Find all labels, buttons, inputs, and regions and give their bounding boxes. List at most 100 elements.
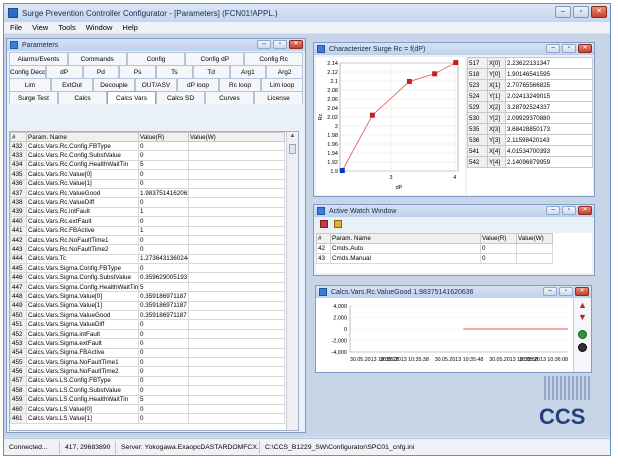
value-w-cell[interactable] (188, 300, 285, 312)
table-row[interactable]: 460 Calcs.Vars.LS.Value[0] 0 (10, 403, 285, 415)
remove-watch-icon[interactable] (320, 220, 328, 228)
list-item[interactable]: 542 Y[4] 2.14096879959 (467, 156, 593, 168)
table-row[interactable]: 461 Calcs.Vars.LS.Value[1] 0 (10, 413, 285, 424)
list-item[interactable]: 536 Y[3] 2.11598420143 (467, 134, 593, 146)
value-w-cell[interactable] (188, 206, 285, 218)
trend-minimize-button[interactable]: – (543, 287, 557, 296)
tab-dp[interactable]: dP (45, 65, 83, 78)
table-row[interactable]: 452 Calcs.Vars.Sigma.intFault 0 (10, 328, 285, 340)
parameters-minimize-button[interactable]: – (257, 40, 271, 49)
tab-calcs-vars[interactable]: Calcs Vars (107, 91, 156, 104)
value-w-cell[interactable] (188, 216, 285, 227)
watch-col-value-r[interactable]: Value(R) (480, 233, 517, 244)
tab-config[interactable]: Config (126, 52, 186, 65)
table-row[interactable]: 436 Calcs.Vars.Rc.Value[1] 0 (10, 178, 285, 189)
trend-title-bar[interactable]: Calcs.Vars.Rc.ValueGood 1.98375141620636… (316, 286, 591, 298)
watch-col-value-w[interactable]: Value(W) (516, 233, 553, 244)
minimize-button[interactable]: – (555, 6, 571, 18)
list-item[interactable]: 529 X[2] 3.28792524337 (467, 101, 593, 113)
table-row[interactable]: 455 Calcs.Vars.Sigma.NoFaultTime1 0 (10, 356, 285, 368)
scroll-thumb[interactable] (289, 144, 296, 154)
tab-extout[interactable]: ExtOut (51, 78, 93, 91)
value-w-cell[interactable] (188, 375, 285, 387)
arrow-up-icon[interactable]: ▲ (574, 300, 591, 310)
tab-commands[interactable]: Commands (67, 52, 127, 65)
value-w-cell[interactable] (188, 385, 285, 396)
tab-td[interactable]: Td (192, 65, 230, 78)
characterizer-close-button[interactable]: ✕ (578, 44, 592, 53)
value-w-cell[interactable] (188, 263, 285, 274)
watch-title-bar[interactable]: Active Watch Window – ▫ ✕ (314, 205, 594, 217)
tab-alarms-events[interactable]: Alarms/Events (9, 52, 68, 65)
col-value-r[interactable]: Value(R) (138, 132, 189, 142)
watch-restore-button[interactable]: ▫ (562, 206, 576, 215)
table-row[interactable]: 435 Calcs.Vars.Rc.Value[0] 0 (10, 169, 285, 180)
menu-file[interactable]: File (10, 23, 22, 32)
table-row[interactable]: 444Calcs.Vars.Tc1.27364313602448 (10, 253, 285, 265)
tab-arg1[interactable]: Arg1 (229, 65, 267, 78)
tab-config-rc[interactable]: Config Rc (244, 52, 303, 65)
menu-window[interactable]: Window (86, 23, 113, 32)
table-row[interactable]: 433 Calcs.Vars.Rc.Config.SubstValue 0 (10, 150, 285, 161)
table-row[interactable]: 448 Calcs.Vars.Sigma.Value[0] 0.3591869711… (10, 291, 285, 302)
tab-config-decouple[interactable]: Config Decouple (9, 65, 46, 78)
table-row[interactable]: 443 Calcs.Vars.Rc.NoFaultTime2 0 (10, 244, 285, 255)
tab-lim[interactable]: Lim (9, 78, 51, 91)
list-item[interactable]: 518 Y[0] 1.90146541595 (467, 68, 593, 80)
tab-calcs-sd[interactable]: Calcs SD (156, 91, 205, 104)
title-bar[interactable]: Surge Prevention Controller Configurator… (4, 4, 610, 22)
tab-ps[interactable]: Ps (119, 65, 156, 78)
table-row[interactable]: 458 Calcs.Vars.LS.Config.SubstValue 0 (10, 385, 285, 396)
watch-col-number[interactable]: # (316, 233, 331, 244)
value-w-cell[interactable] (188, 319, 285, 330)
table-row[interactable]: 450 Calcs.Vars.Sigma.ValueGood 0.359186971… (10, 310, 285, 321)
table-row[interactable]: 432 Calcs.Vars.Rc.Config.FBType 0 (10, 140, 285, 152)
trend-close-button[interactable]: ✕ (575, 287, 589, 296)
scroll-up-icon[interactable]: ▲ (287, 132, 298, 141)
run-indicator-icon[interactable] (578, 330, 587, 339)
value-w-cell[interactable] (188, 272, 285, 283)
col-number[interactable]: # (10, 132, 27, 142)
table-row[interactable]: 457 Calcs.Vars.LS.Config.FBType 0 (10, 375, 285, 387)
table-row[interactable]: 440 Calcs.Vars.Rc.extFault 0 (10, 216, 285, 227)
table-row[interactable]: 439 Calcs.Vars.Rc.intFault 1 (10, 206, 285, 218)
table-row[interactable]: 441 Calcs.Vars.Rc.FBActive 1 (10, 225, 285, 236)
value-w-cell[interactable] (188, 356, 285, 368)
value-w-cell[interactable] (188, 253, 285, 265)
value-w-cell[interactable] (188, 366, 285, 377)
table-row[interactable]: 438 Calcs.Vars.Rc.ValueDiff 0 (10, 197, 285, 208)
col-param-name[interactable]: Param. Name (26, 132, 139, 142)
table-row[interactable]: 434 Calcs.Vars.Rc.Config.HealthWaitTin 5 (10, 159, 285, 171)
tab-config-dp[interactable]: Config dP (185, 52, 245, 65)
table-row[interactable]: 447 Calcs.Vars.Sigma.Config.HealthWaitTin… (10, 281, 285, 293)
menu-help[interactable]: Help (122, 23, 137, 32)
table-row[interactable]: 445 Calcs.Vars.Sigma.Config.FBType 0 (10, 263, 285, 274)
value-w-cell[interactable] (188, 225, 285, 236)
list-item[interactable]: 535 X[3] 3.68428850173 (467, 123, 593, 135)
value-w-cell[interactable] (188, 234, 285, 246)
value-w-cell[interactable] (188, 159, 285, 171)
table-row[interactable]: 459 Calcs.Vars.LS.Config.HealthWaitTin 5 (10, 394, 285, 405)
close-button[interactable]: ✕ (591, 6, 607, 18)
list-item[interactable]: 530 Y[2] 2.09929370880 (467, 112, 593, 124)
list-item[interactable]: 523 X[1] 2.70765566825 (467, 79, 593, 91)
value-w-cell[interactable] (188, 244, 285, 255)
tab-decouple[interactable]: Decouple (93, 78, 135, 91)
table-row[interactable]: 43 Cmds.Manual 0 (316, 253, 553, 264)
table-row[interactable]: 42 Cmds.Auto 0 (316, 243, 553, 254)
tab-arg2[interactable]: Arg2 (266, 65, 303, 78)
value-w-cell[interactable] (188, 150, 285, 161)
tab-out-asv[interactable]: OUT/ASV (135, 78, 177, 91)
arrow-down-icon[interactable]: ▼ (574, 312, 591, 322)
tab-curves[interactable]: Curves (205, 91, 254, 104)
value-w-cell[interactable] (188, 413, 285, 424)
col-value-w[interactable]: Value(W) (188, 132, 285, 142)
stop-indicator-icon[interactable] (578, 343, 587, 352)
tab-calcs[interactable]: Calcs (58, 91, 107, 104)
tab-pd[interactable]: Pd (82, 65, 120, 78)
parameters-restore-button[interactable]: ▫ (273, 40, 287, 49)
list-item[interactable]: 517 X[0] 2.23622131347 (467, 57, 593, 69)
trend-restore-button[interactable]: ▫ (559, 287, 573, 296)
value-w-cell[interactable] (188, 403, 285, 415)
list-item[interactable]: 524 Y[1] 2.02413249015 (467, 90, 593, 102)
